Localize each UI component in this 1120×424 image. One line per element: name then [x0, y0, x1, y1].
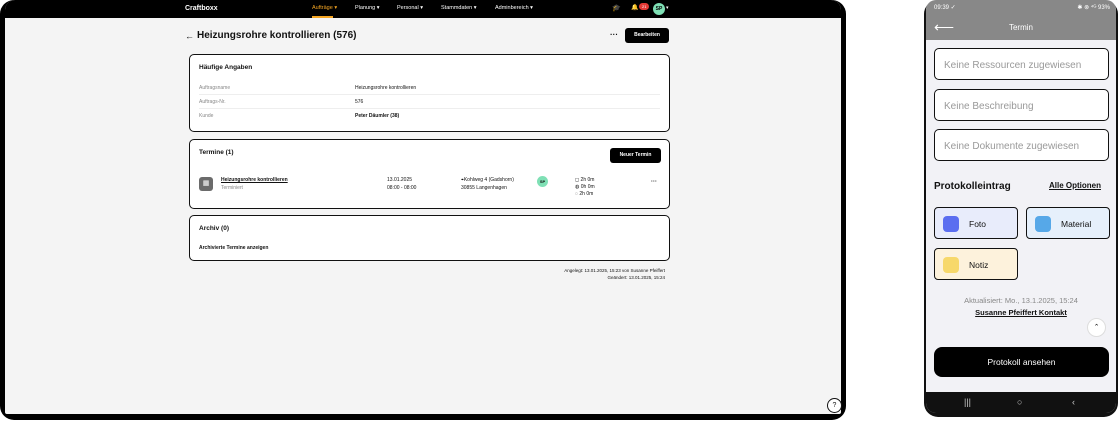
back-arrow-icon[interactable]: ← [185, 31, 194, 41]
info-row: Kunde Peter Däumler (38) [199, 109, 660, 123]
contact-link[interactable]: Susanne Pfeiffert Kontakt [926, 308, 1116, 317]
field-label: Auftrags-Nr. [199, 99, 226, 105]
page-header: ← Heizungsrohre kontrollieren (576) ··· … [185, 28, 669, 46]
appointment-address-city: 30855 Langenhagen [461, 185, 507, 191]
material-button[interactable]: Material [1026, 207, 1110, 239]
nav-personal[interactable]: Personal ▾ [397, 5, 423, 11]
nav-adminbereich[interactable]: Adminbereich ▾ [495, 5, 533, 11]
user-avatar[interactable]: SP [653, 3, 665, 15]
tablet-device: Craftboxx Aufträge ▾ Planung ▾ Personal … [0, 0, 846, 420]
notification-badge: 21 [639, 3, 650, 10]
info-row: Auftrags-Nr. 576 [199, 95, 660, 109]
bell-icon[interactable]: 🔔 [631, 4, 638, 11]
edit-button[interactable]: Bearbeiten [625, 28, 669, 43]
recent-apps-icon[interactable]: ||| [964, 397, 971, 407]
layers-icon [1035, 216, 1051, 232]
appointment-time: 08:00 - 08:00 [387, 185, 417, 191]
notiz-button[interactable]: Notiz [934, 248, 1018, 280]
help-button[interactable]: ? [827, 398, 842, 413]
all-options-link[interactable]: Alle Optionen [1049, 181, 1101, 190]
camera-icon [943, 216, 959, 232]
system-navbar: ||| ○ ‹ [926, 392, 1116, 413]
resources-field[interactable]: Keine Ressourcen zugewiesen [934, 48, 1109, 80]
general-info-card: Häufige Angaben Auftragsname Heizungsroh… [189, 54, 670, 132]
travel-duration: ◍ 0h 0m [575, 184, 595, 190]
protocol-heading: Protokolleintrag [934, 181, 1011, 192]
updated-meta: Aktualisiert: Mo., 13.1.2025, 15:24 [964, 296, 1078, 305]
phone-title: Termin [1008, 23, 1033, 32]
home-icon[interactable]: ○ [1017, 397, 1022, 407]
nav-stammdaten[interactable]: Stammdaten ▾ [441, 5, 476, 11]
created-meta: Angelegt: 13.01.2025, 15:23 von Susanne … [564, 268, 665, 273]
status-time: 09:39 ✓ [934, 5, 956, 11]
tablet-screen: Craftboxx Aufträge ▾ Planung ▾ Personal … [5, 0, 841, 414]
archive-card: Archiv (0) Archivierte Termine anzeigen [189, 215, 670, 261]
more-options-button[interactable]: ··· [610, 30, 618, 39]
view-protocol-button[interactable]: Protokoll ansehen [934, 347, 1109, 377]
page-title: Heizungsrohre kontrollieren (576) [197, 30, 357, 41]
field-value: Heizungsrohre kontrollieren [355, 85, 417, 91]
field-value: 576 [355, 99, 364, 105]
appointment-row[interactable]: ▦ Heizungsrohre kontrollieren Terminiert… [199, 174, 660, 200]
nav-planung[interactable]: Planung ▾ [355, 5, 379, 11]
appointment-more-button[interactable]: ··· [651, 179, 657, 185]
assignee-avatar: SP [537, 176, 548, 187]
card-title: Archiv (0) [199, 225, 229, 232]
appointment-status: Terminiert [221, 185, 243, 191]
graduation-cap-icon[interactable]: 🎓 [612, 4, 621, 12]
new-appointment-button[interactable]: Neuer Termin [610, 148, 661, 163]
documents-field[interactable]: Keine Dokumente zugewiesen [934, 129, 1109, 161]
field-label: Auftragsname [199, 85, 231, 91]
status-bar: 09:39 ✓ ✱ ⊗ ⁴ᴳ 93% [926, 0, 1116, 16]
phone-header: ⟵ Termin [926, 16, 1116, 40]
nav-auftraege[interactable]: Aufträge ▾ [312, 5, 337, 18]
changed-meta: Geändert: 13.01.2025, 15:24 [607, 275, 665, 280]
status-indicators: ✱ ⊗ ⁴ᴳ 93% [1077, 5, 1110, 11]
planned-duration: ◻ 2h 0m [575, 177, 595, 183]
show-archived-link[interactable]: Archivierte Termine anzeigen [199, 245, 268, 251]
top-navigation: Craftboxx Aufträge ▾ Planung ▾ Personal … [5, 0, 841, 18]
phone-screen: 09:39 ✓ ✱ ⊗ ⁴ᴳ 93% ⟵ Termin Keine Ressou… [926, 0, 1116, 413]
description-field[interactable]: Keine Beschreibung [934, 89, 1109, 121]
scroll-up-icon[interactable]: ⌃ [1087, 318, 1106, 337]
appointment-address-street: ⌖Kohlweg 4 (Gadshorn) [461, 177, 514, 183]
calendar-icon: ▦ [199, 177, 213, 191]
field-label: Kunde [199, 113, 214, 119]
sticky-note-icon [943, 257, 959, 273]
appointments-card: Termine (1) Neuer Termin ▦ Heizungsrohre… [189, 139, 670, 209]
brand-logo[interactable]: Craftboxx [185, 5, 218, 12]
phone-device: 09:39 ✓ ✱ ⊗ ⁴ᴳ 93% ⟵ Termin Keine Ressou… [924, 0, 1118, 417]
card-title: Häufige Angaben [199, 64, 253, 71]
work-duration: ◌ 2h 0m [575, 191, 594, 197]
chevron-down-icon[interactable]: ▾ [666, 5, 669, 11]
info-row: Auftragsname Heizungsrohre kontrollieren [199, 81, 660, 95]
customer-value[interactable]: Peter Däumler (38) [355, 113, 399, 119]
appointment-title[interactable]: Heizungsrohre kontrollieren [221, 177, 288, 183]
appointment-date: 13.01.2025 [387, 177, 413, 183]
foto-button[interactable]: Foto [934, 207, 1018, 239]
system-back-icon[interactable]: ‹ [1072, 397, 1075, 407]
card-title: Termine (1) [199, 149, 234, 156]
